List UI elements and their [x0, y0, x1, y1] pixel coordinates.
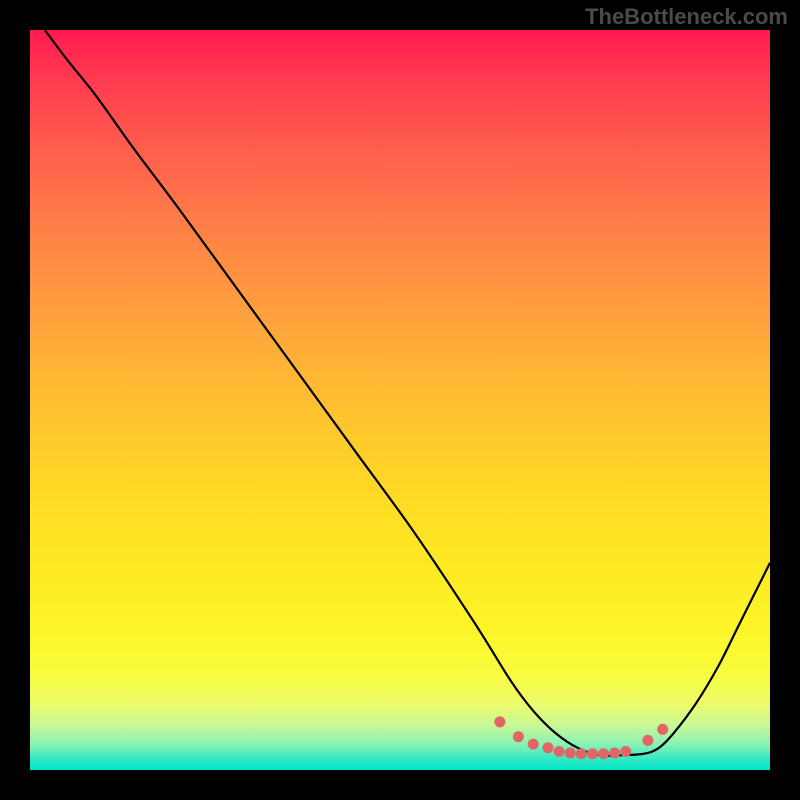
highlight-dot	[494, 716, 505, 727]
highlight-dot	[609, 747, 620, 758]
highlight-dot	[657, 724, 668, 735]
highlight-dot	[642, 735, 653, 746]
highlight-markers	[494, 716, 668, 759]
chart-plot-area	[30, 30, 770, 770]
chart-svg	[30, 30, 770, 770]
highlight-dot	[565, 747, 576, 758]
highlight-dot	[554, 746, 565, 757]
highlight-dot	[576, 748, 587, 759]
watermark-text: TheBottleneck.com	[585, 4, 788, 30]
highlight-dot	[587, 748, 598, 759]
highlight-dot	[620, 746, 631, 757]
bottleneck-curve	[45, 30, 770, 756]
highlight-dot	[598, 748, 609, 759]
highlight-dot	[528, 739, 539, 750]
highlight-dot	[513, 731, 524, 742]
highlight-dot	[543, 742, 554, 753]
